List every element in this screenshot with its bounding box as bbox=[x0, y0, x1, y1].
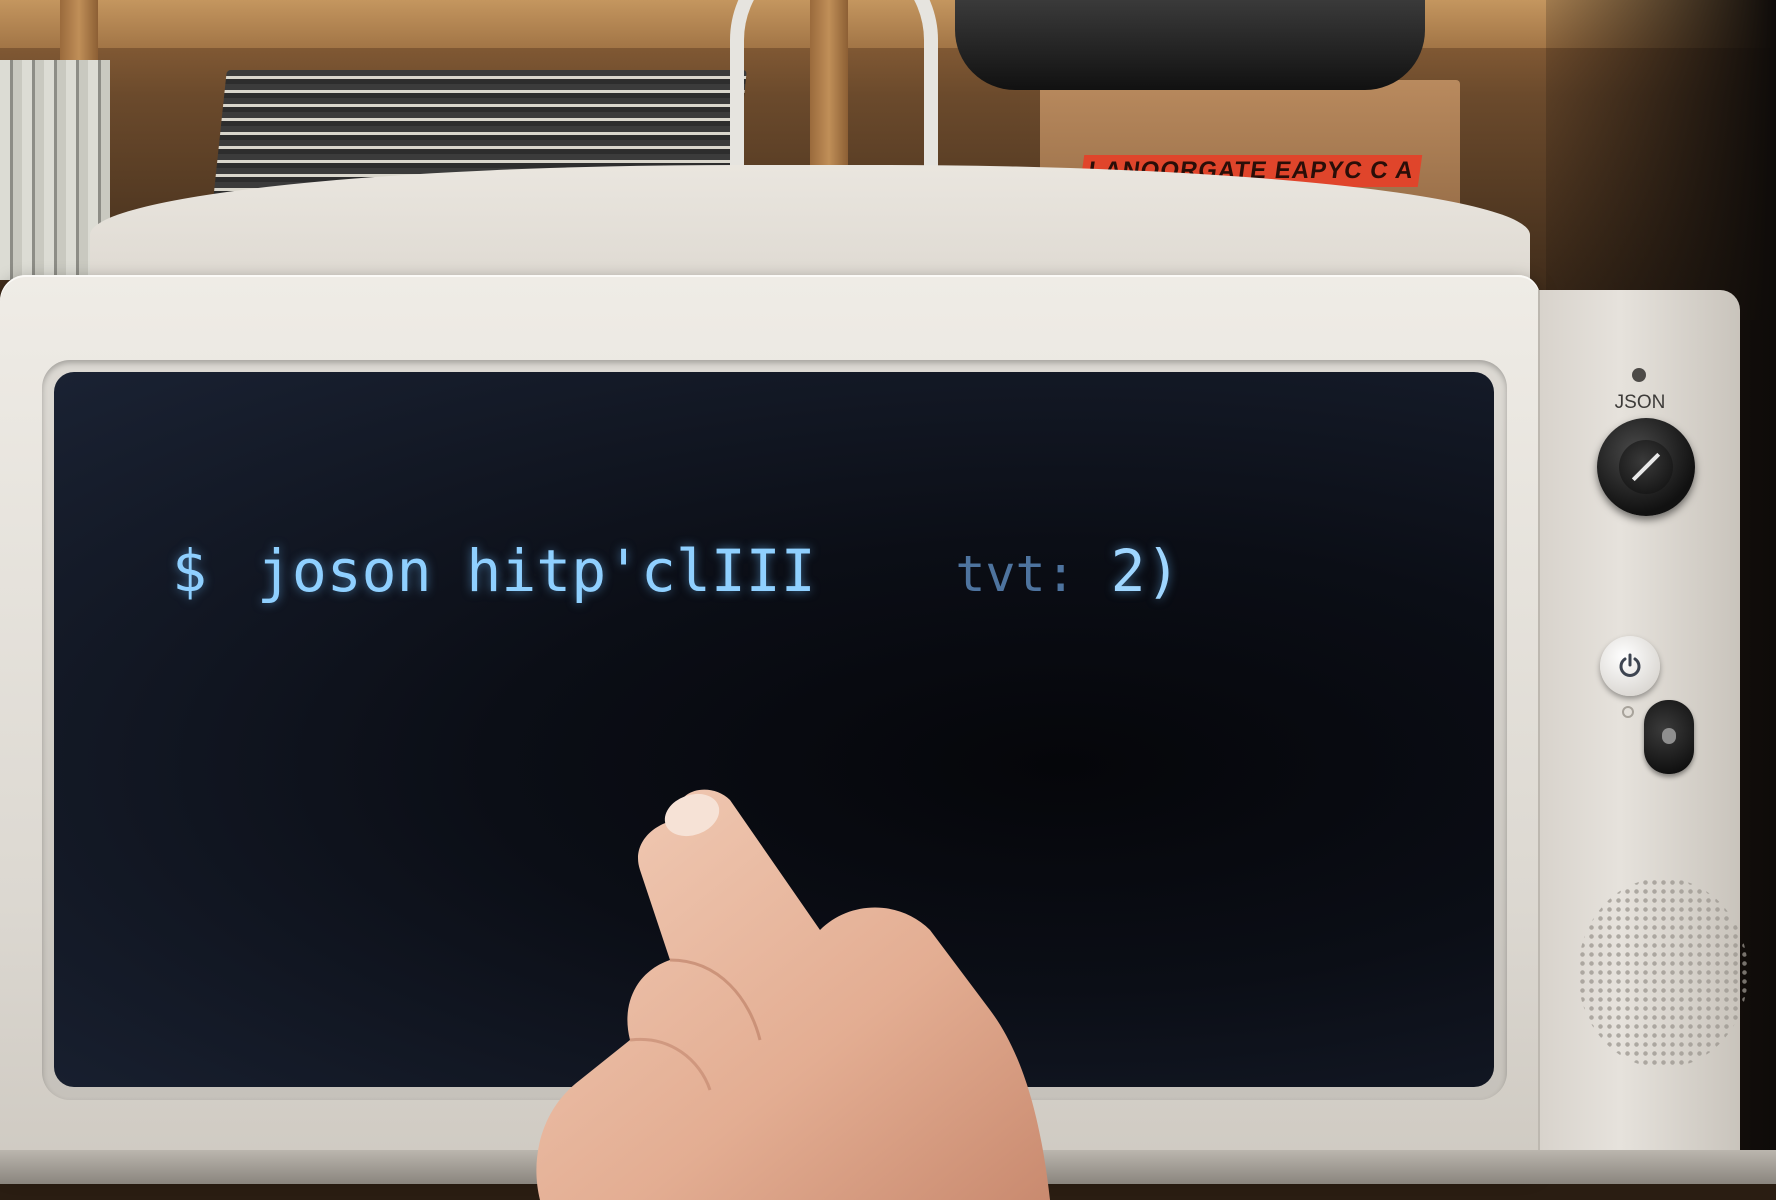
knob-indicator-mark bbox=[1631, 452, 1661, 482]
power-icon bbox=[1619, 653, 1641, 677]
terminal-command-line: $ joson hitp'clIII tvt: 2) bbox=[172, 537, 1181, 605]
status-hole bbox=[1622, 706, 1634, 718]
speaker-grille bbox=[1578, 878, 1748, 1068]
command-text: joson hitp'clIII bbox=[256, 537, 816, 605]
toggle-switch-icon bbox=[1662, 728, 1676, 744]
indicator-led bbox=[1632, 368, 1646, 382]
toggle-switch[interactable] bbox=[1644, 700, 1694, 774]
json-label: JSON bbox=[1614, 392, 1666, 413]
command-suffix: 2) bbox=[1110, 537, 1181, 605]
dark-handle bbox=[955, 0, 1425, 90]
prompt-symbol: $ bbox=[172, 537, 207, 605]
rotary-knob-icon bbox=[1619, 440, 1673, 494]
rotary-knob[interactable] bbox=[1597, 418, 1695, 516]
power-button[interactable] bbox=[1600, 636, 1660, 696]
hand-touching-screen bbox=[536, 789, 1050, 1200]
command-suffix-dim: tvt: bbox=[955, 545, 1076, 603]
